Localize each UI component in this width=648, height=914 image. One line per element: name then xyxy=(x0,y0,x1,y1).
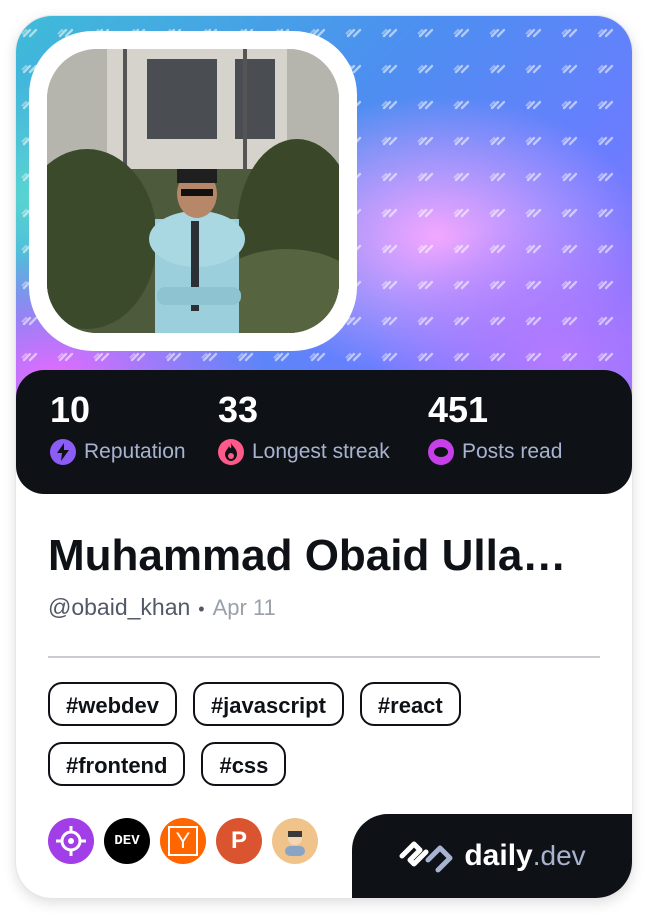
avatar[interactable] xyxy=(47,49,339,333)
longest-streak-value: 33 xyxy=(218,389,259,430)
longest-streak-label: Longest streak xyxy=(252,440,390,463)
stat-reputation: 10 Reputation xyxy=(50,388,186,466)
bolt-icon xyxy=(50,439,76,465)
brand-dev: .dev xyxy=(532,840,586,871)
meta-separator: • xyxy=(198,599,205,619)
stat-longest-streak: 33 Longest streak xyxy=(218,388,390,466)
producthunt-source-icon[interactable]: P xyxy=(216,818,262,864)
eye-icon xyxy=(428,439,454,465)
posts-read-label: Posts read xyxy=(462,440,563,463)
daily-dev-logo: daily .dev xyxy=(352,814,632,898)
divider xyxy=(48,656,600,658)
crosshair-source-icon[interactable] xyxy=(48,818,94,864)
daily-dev-mark-icon xyxy=(399,841,453,873)
tag-list: #webdev #javascript #react #frontend #css xyxy=(48,682,608,802)
ycombinator-source-icon[interactable]: Y xyxy=(160,818,206,864)
flame-icon xyxy=(218,439,244,465)
ycombinator-letter: Y xyxy=(168,826,198,856)
profile-date: Apr 11 xyxy=(212,595,276,620)
reputation-label: Reputation xyxy=(84,440,186,463)
stat-posts-read: 451 Posts read xyxy=(428,388,562,466)
profile-photo xyxy=(47,49,339,333)
posts-read-value: 451 xyxy=(428,389,489,430)
profile-meta: @obaid_khan • Apr 11 xyxy=(48,594,276,621)
user-avatar-source-icon[interactable] xyxy=(272,818,318,864)
tag-react[interactable]: #react xyxy=(359,682,461,726)
brand-daily: daily xyxy=(464,839,533,872)
tag-javascript[interactable]: #javascript xyxy=(192,682,344,726)
reputation-value: 10 xyxy=(50,389,91,430)
tag-css[interactable]: #css xyxy=(201,742,287,786)
profile-handle: @obaid_khan xyxy=(48,594,191,620)
avatar-frame xyxy=(29,31,357,351)
devcard: 10 Reputation 33 Longest streak 451 Post… xyxy=(16,16,632,898)
profile-name: Muhammad Obaid Ulla… xyxy=(48,531,567,580)
dev-source-icon[interactable]: DEV xyxy=(104,818,150,864)
source-list: DEV Y P xyxy=(48,818,328,864)
tag-webdev[interactable]: #webdev xyxy=(48,682,177,726)
stats-bar: 10 Reputation 33 Longest streak 451 Post… xyxy=(16,370,632,494)
tag-frontend[interactable]: #frontend xyxy=(48,742,186,786)
